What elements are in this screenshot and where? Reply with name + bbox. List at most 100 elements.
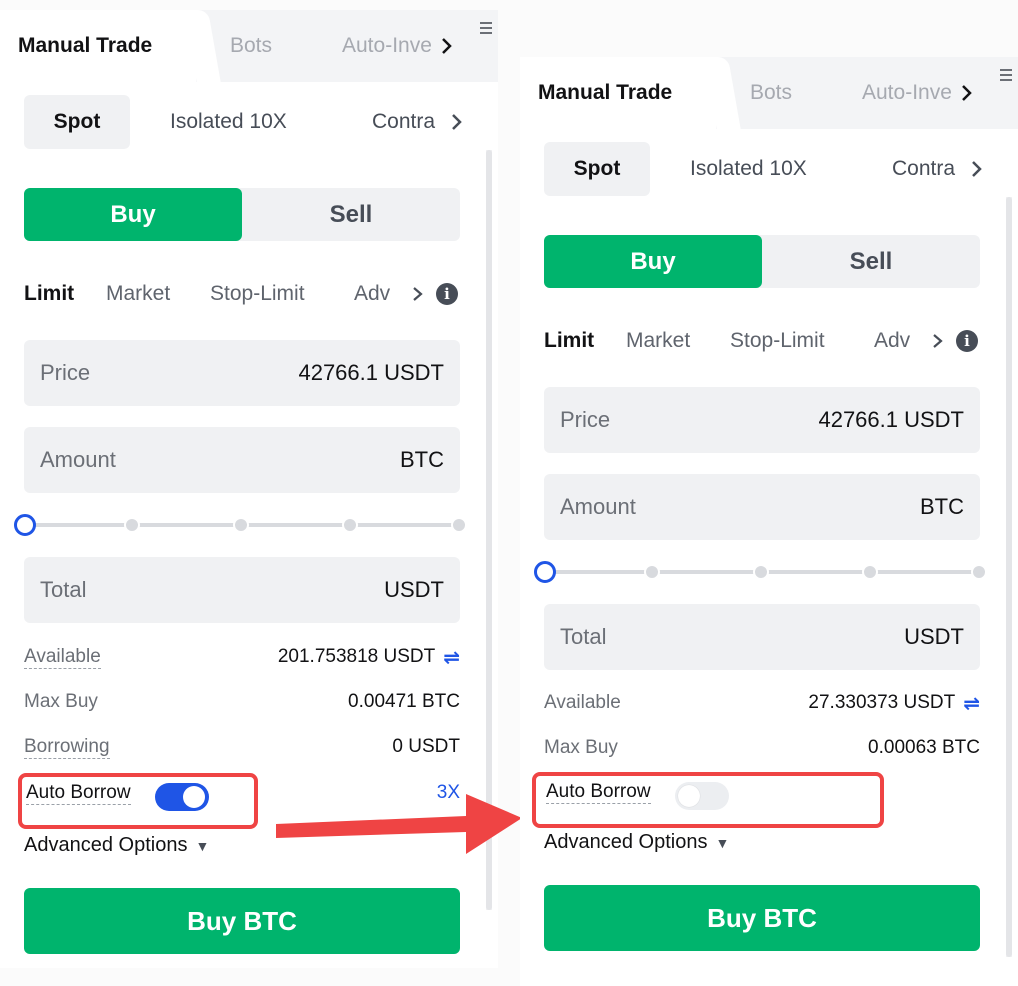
menu-icon[interactable]	[480, 22, 492, 34]
highlight-box	[18, 773, 258, 829]
tab-market[interactable]: Market	[626, 321, 690, 361]
advanced-options-label: Advanced Options	[544, 831, 708, 853]
amount-field[interactable]: Amount BTC	[544, 474, 980, 540]
buy-btc-button[interactable]: Buy BTC	[24, 888, 460, 954]
tab-market[interactable]: Market	[106, 274, 170, 314]
advanced-options-label: Advanced Options	[24, 834, 188, 856]
price-label: Price	[560, 407, 611, 432]
scrollbar-thumb[interactable]	[1006, 197, 1012, 957]
price-field[interactable]: Price 42766.1 USDT	[24, 340, 460, 406]
amount-slider[interactable]	[14, 510, 474, 540]
tab-manual-trade[interactable]: Manual Trade	[0, 10, 196, 82]
max-buy-row: Max Buy 0.00063 BTC	[544, 733, 980, 763]
price-value[interactable]: 42766.1 USDT	[818, 407, 964, 433]
available-label[interactable]: Available	[544, 692, 621, 714]
buy-sell-toggle: Buy Sell	[24, 188, 460, 241]
total-field[interactable]: Total USDT	[24, 557, 460, 623]
price-value[interactable]: 42766.1 USDT	[298, 360, 444, 386]
tab-limit[interactable]: Limit	[24, 274, 74, 314]
chevron-right-icon[interactable]	[960, 57, 974, 129]
price-field[interactable]: Price 42766.1 USDT	[544, 387, 980, 453]
available-label[interactable]: Available	[24, 646, 101, 669]
tab-auto-invest[interactable]: Auto-Inve	[862, 57, 962, 129]
transfer-icon[interactable]: ⇌	[963, 691, 980, 716]
borrowing-value: 0 USDT	[392, 736, 460, 757]
chevron-right-icon[interactable]	[932, 321, 944, 361]
market-type-tabs: Spot Isolated 10X Contra	[0, 95, 470, 149]
tab-limit[interactable]: Limit	[544, 321, 594, 361]
total-label: Total	[560, 624, 607, 649]
slider-step-100[interactable]	[971, 564, 987, 580]
tab-advanced[interactable]: Adv	[874, 321, 910, 361]
tab-isolated[interactable]: Isolated 10X	[690, 142, 807, 196]
slider-step-25[interactable]	[644, 564, 660, 580]
sell-side-button[interactable]: Sell	[242, 188, 460, 241]
chevron-right-icon[interactable]	[970, 142, 984, 196]
amount-field[interactable]: Amount BTC	[24, 427, 460, 493]
buy-side-button[interactable]: Buy	[24, 188, 242, 241]
caret-down-icon: ▼	[715, 834, 730, 851]
max-buy-row: Max Buy 0.00471 BTC	[24, 687, 460, 717]
available-value: 27.330373 USDT	[808, 692, 956, 713]
advanced-options[interactable]: Advanced Options ▼	[24, 834, 209, 857]
total-field[interactable]: Total USDT	[544, 604, 980, 670]
slider-step-25[interactable]	[124, 517, 140, 533]
tab-manual-trade[interactable]: Manual Trade	[520, 57, 716, 129]
info-icon[interactable]: i	[436, 283, 458, 305]
borrowing-row: Borrowing 0 USDT	[24, 732, 460, 762]
tab-contract[interactable]: Contra	[372, 95, 444, 149]
highlight-box	[532, 772, 884, 828]
max-buy-value: 0.00063 BTC	[868, 737, 980, 758]
max-buy-label: Max Buy	[24, 691, 98, 712]
info-icon[interactable]: i	[956, 330, 978, 352]
slider-handle[interactable]	[534, 561, 556, 583]
slider-step-75[interactable]	[342, 517, 358, 533]
tab-spot[interactable]: Spot	[544, 142, 650, 196]
available-row: Available 201.753818 USDT ⇌	[24, 642, 460, 672]
tab-contract[interactable]: Contra	[892, 142, 964, 196]
slider-step-75[interactable]	[862, 564, 878, 580]
borrowing-label[interactable]: Borrowing	[24, 736, 110, 759]
buy-side-button[interactable]: Buy	[544, 235, 762, 288]
trade-panel-after: Manual Trade Bots Auto-Inve Spot Isolate…	[520, 57, 1018, 986]
chevron-right-icon[interactable]	[412, 274, 424, 314]
buy-sell-toggle: Buy Sell	[544, 235, 980, 288]
red-arrow	[276, 794, 522, 854]
caret-down-icon: ▼	[195, 837, 210, 854]
amount-label: Amount	[560, 494, 636, 519]
trade-mode-tabs: Manual Trade Bots Auto-Inve	[0, 10, 498, 82]
max-buy-label: Max Buy	[544, 737, 618, 758]
sell-side-button[interactable]: Sell	[762, 235, 980, 288]
amount-unit: BTC	[400, 447, 444, 472]
chevron-right-icon[interactable]	[440, 10, 454, 82]
max-buy-value: 0.00471 BTC	[348, 691, 460, 712]
tab-bots[interactable]: Bots	[750, 57, 792, 129]
price-label: Price	[40, 360, 91, 385]
scrollbar[interactable]	[1006, 197, 1012, 957]
total-unit: USDT	[384, 577, 444, 602]
buy-btc-button[interactable]: Buy BTC	[544, 885, 980, 951]
tab-stop-limit[interactable]: Stop-Limit	[210, 274, 305, 314]
tab-advanced[interactable]: Adv	[354, 274, 390, 314]
amount-slider[interactable]	[534, 557, 994, 587]
total-label: Total	[40, 577, 87, 602]
tab-manual-trade-label: Manual Trade	[538, 81, 673, 104]
transfer-icon[interactable]: ⇌	[443, 645, 460, 670]
tab-manual-trade-label: Manual Trade	[18, 34, 153, 57]
trade-mode-tabs: Manual Trade Bots Auto-Inve	[520, 57, 1018, 129]
tab-auto-invest[interactable]: Auto-Inve	[342, 10, 442, 82]
slider-step-50[interactable]	[753, 564, 769, 580]
tab-spot[interactable]: Spot	[24, 95, 130, 149]
tab-isolated[interactable]: Isolated 10X	[170, 95, 287, 149]
chevron-right-icon[interactable]	[450, 95, 464, 149]
tab-stop-limit[interactable]: Stop-Limit	[730, 321, 825, 361]
available-value: 201.753818 USDT	[277, 646, 436, 667]
market-type-tabs: Spot Isolated 10X Contra	[520, 142, 990, 196]
menu-icon[interactable]	[1000, 69, 1012, 81]
slider-step-50[interactable]	[233, 517, 249, 533]
slider-step-100[interactable]	[451, 517, 467, 533]
tab-bots[interactable]: Bots	[230, 10, 272, 82]
slider-handle[interactable]	[14, 514, 36, 536]
total-unit: USDT	[904, 624, 964, 649]
advanced-options[interactable]: Advanced Options ▼	[544, 831, 729, 854]
